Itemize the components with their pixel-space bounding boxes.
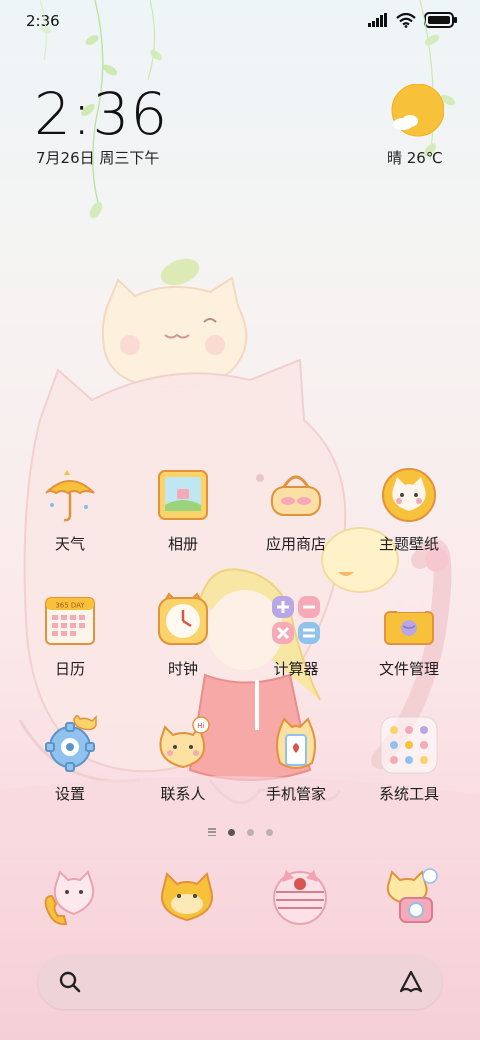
phone-manager-icon: [276, 717, 316, 769]
app-clock-label: 时钟: [167, 660, 198, 678]
app-themes[interactable]: 主题壁纸: [354, 465, 464, 554]
search-icon: [59, 971, 81, 993]
search-bar[interactable]: [38, 955, 442, 1009]
battery-icon: [424, 12, 457, 28]
app-file-manager[interactable]: 文件管理: [354, 590, 464, 679]
umbrella-cat-icon: [45, 470, 95, 522]
app-calculator[interactable]: 计算器: [241, 590, 351, 679]
page-indicator[interactable]: [0, 828, 480, 836]
tools-folder-icon: [380, 716, 438, 774]
app-gallery-label: 相册: [167, 535, 198, 553]
app-clock[interactable]: 时钟: [128, 590, 238, 679]
contacts-badge: Hi: [197, 722, 204, 730]
weather-text[interactable]: 晴 26℃: [387, 147, 443, 168]
app-system-tools-label: 系统工具: [378, 785, 439, 803]
status-bar: 2:36: [0, 0, 480, 40]
clock-widget-date[interactable]: 7月26日 周三下午: [36, 147, 159, 168]
page-dot-3[interactable]: [265, 828, 273, 836]
status-time: 2:36: [26, 12, 60, 30]
app-calculator-label: 计算器: [273, 660, 319, 678]
dock: [0, 862, 480, 932]
calculator-icon: [272, 596, 320, 644]
photo-frame-icon: [158, 470, 208, 520]
wifi-icon: [396, 12, 416, 28]
app-store[interactable]: 应用商店: [241, 465, 351, 554]
page-dot-1[interactable]: [227, 828, 235, 836]
app-phone-manager-label: 手机管家: [265, 785, 326, 803]
calendar-icon: 365 DAY: [45, 597, 95, 645]
calendar-icon-text: 365 DAY: [55, 602, 85, 610]
app-phone-manager[interactable]: 手机管家: [241, 715, 351, 804]
app-drawer-indicator-icon[interactable]: [207, 828, 216, 836]
app-store-label: 应用商店: [265, 535, 326, 553]
app-weather[interactable]: 天气: [15, 465, 125, 554]
camera-cat-icon[interactable]: [378, 866, 442, 930]
signal-icon: [368, 13, 387, 27]
voice-assistant-icon[interactable]: [398, 969, 424, 995]
sunny-weather-icon[interactable]: [390, 84, 444, 138]
app-gallery[interactable]: 相册: [128, 465, 238, 554]
app-contacts-label: 联系人: [160, 785, 206, 803]
app-themes-label: 主题壁纸: [378, 535, 439, 553]
page-dot-2[interactable]: [246, 828, 254, 836]
alarm-clock-icon: [158, 592, 208, 645]
clock-widget-time[interactable]: 2:36: [34, 80, 168, 148]
app-calendar[interactable]: 365 DAY 日历: [15, 590, 125, 679]
basket-icon: [271, 475, 321, 516]
browser-cat-icon[interactable]: [268, 866, 332, 930]
message-cat-icon[interactable]: [155, 866, 219, 930]
phone-cat-icon[interactable]: [40, 866, 104, 930]
app-calendar-label: 日历: [54, 660, 85, 678]
app-settings-label: 设置: [54, 785, 85, 803]
gear-cat-icon: [45, 715, 97, 772]
app-weather-label: 天气: [54, 535, 85, 553]
app-file-manager-label: 文件管理: [378, 660, 439, 678]
app-system-tools[interactable]: 系统工具: [354, 715, 464, 804]
folder-cat-icon: [384, 598, 434, 645]
cat-face-theme-icon: [382, 468, 436, 522]
app-contacts[interactable]: Hi 联系人: [128, 715, 238, 804]
app-settings[interactable]: 设置: [15, 715, 125, 804]
cat-contacts-icon: Hi: [159, 716, 210, 769]
